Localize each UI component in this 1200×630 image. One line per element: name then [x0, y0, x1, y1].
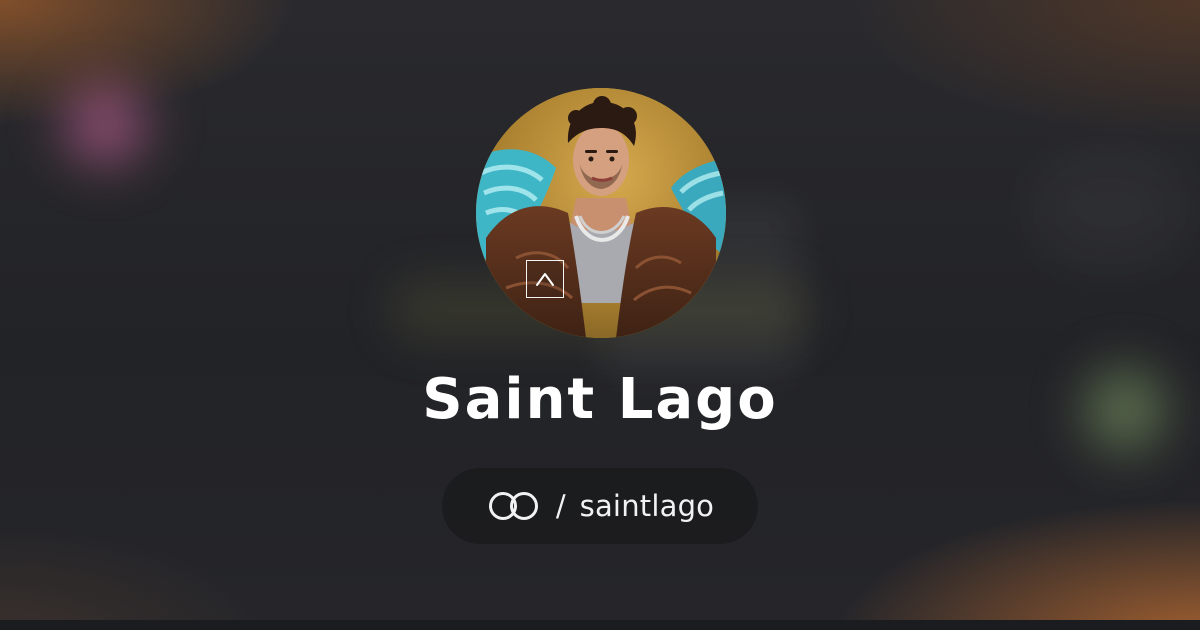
bottom-bar [0, 620, 1200, 630]
profile-avatar[interactable] [476, 88, 726, 338]
handle-username: saintlago [579, 488, 715, 523]
display-name: Saint Lago [422, 367, 778, 432]
avatar-badge [526, 260, 564, 298]
profile-photo [476, 88, 726, 338]
handle-separator: / [555, 488, 566, 523]
caret-up-icon [536, 273, 554, 286]
background-blur-pink [40, 70, 170, 180]
share-card: Saint Lago / saintlago [0, 0, 1200, 630]
linked-rings-logo-icon [488, 492, 538, 520]
background-blur-grey [1030, 150, 1190, 270]
profile-handle-link[interactable]: / saintlago [442, 468, 758, 544]
